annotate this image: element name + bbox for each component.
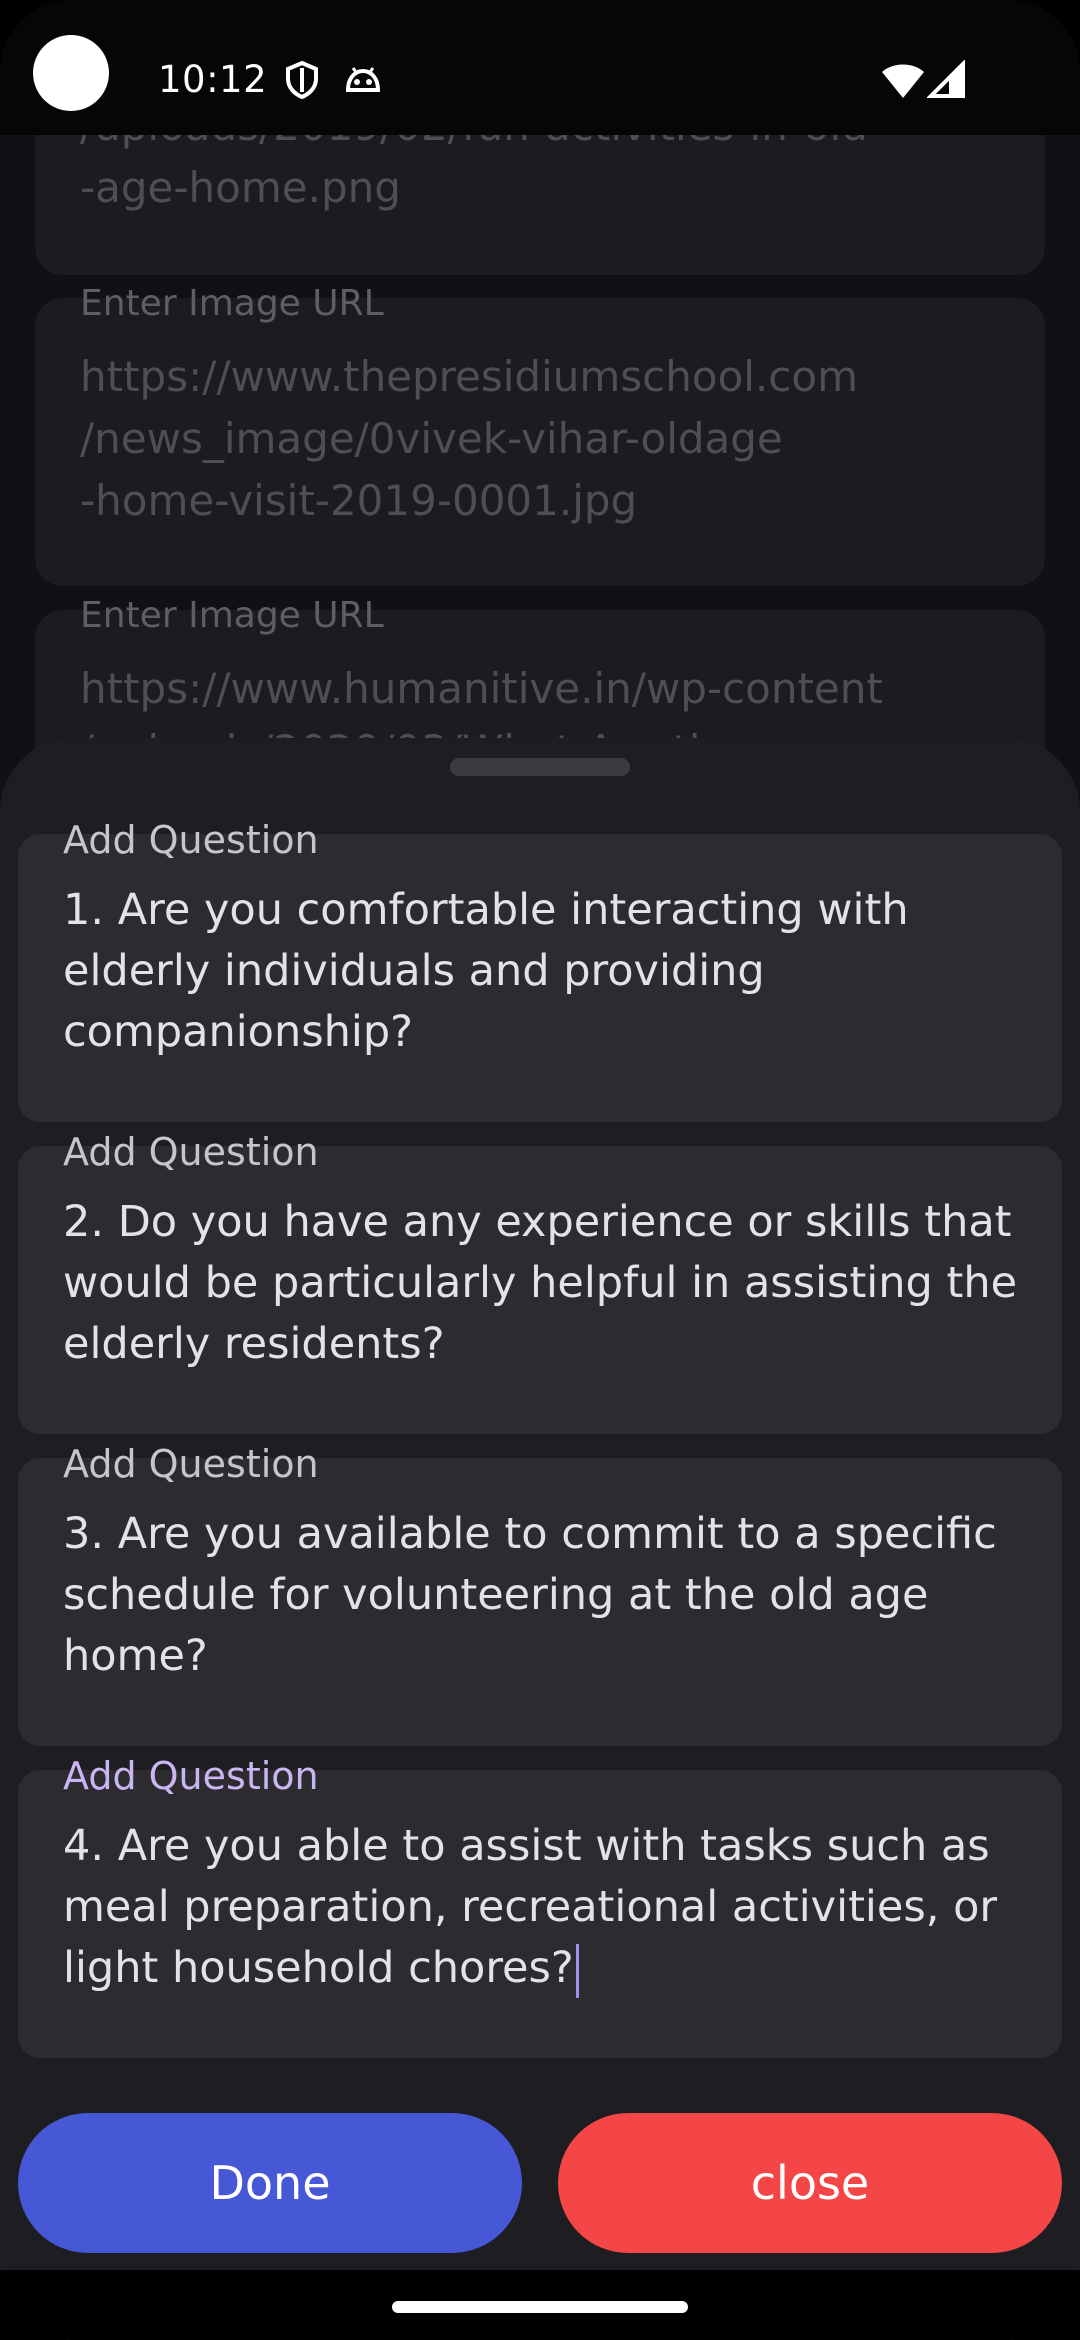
status-bar: 10:12 <box>0 0 1080 135</box>
drag-handle[interactable] <box>450 758 630 776</box>
home-gesture-handle[interactable] <box>392 2301 688 2313</box>
image-url-label: Enter Image URL <box>80 283 384 324</box>
done-button[interactable]: Done <box>18 2113 522 2253</box>
question-label: Add Question <box>63 818 319 862</box>
status-time: 10:12 <box>158 58 268 101</box>
image-url-label: Enter Image URL <box>80 595 384 636</box>
question-text: 3. Are you available to commit to a spec… <box>63 1509 997 1681</box>
screen: 10:12 /uploads/2019/02/fun-activities-in… <box>0 0 1080 2340</box>
text-cursor <box>575 1943 579 1998</box>
question-text: 2. Do you have any experience or skills … <box>63 1197 1018 1369</box>
shield-icon <box>286 60 318 100</box>
question-label: Add Question <box>63 1130 319 1174</box>
android-head-icon <box>345 67 381 92</box>
close-button[interactable]: close <box>558 2113 1062 2253</box>
image-url-value: https://www.thepresidiumschool.com /news… <box>80 352 858 525</box>
bottom-sheet: Add Question 1. Are you comfortable inte… <box>0 738 1080 2340</box>
question-label: Add Question <box>63 1442 319 1486</box>
wifi-icon <box>882 64 924 98</box>
question-text: 4. Are you able to assist with tasks suc… <box>63 1821 998 1993</box>
cellular-signal-icon <box>927 60 965 98</box>
question-text-focused: 4. Are you able to assist with tasks suc… <box>63 1816 1053 1999</box>
question-text: 1. Are you comfortable interacting with … <box>63 885 909 1057</box>
question-label-focused: Add Question <box>63 1754 319 1798</box>
camera-cutout <box>33 35 109 111</box>
